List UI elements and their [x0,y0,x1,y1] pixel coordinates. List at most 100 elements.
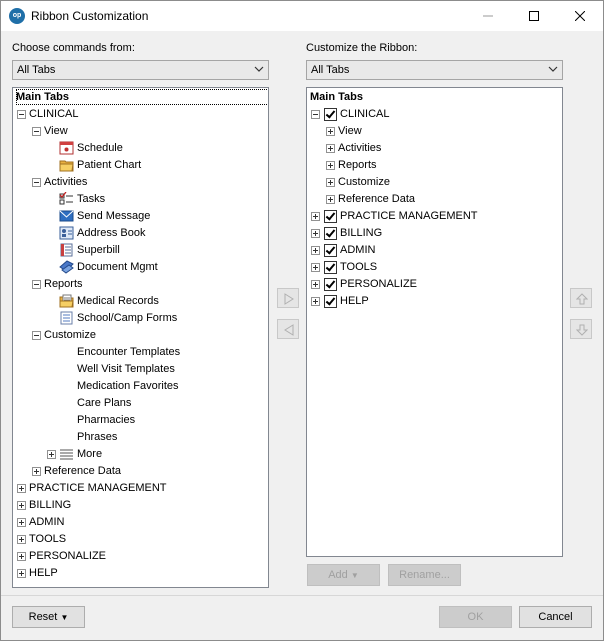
footer-separator [1,595,603,596]
ribbon-customization-dialog: op Ribbon Customization Choose commands … [0,0,604,641]
form-icon [60,311,73,325]
collapse-icon[interactable] [32,280,41,289]
expand-icon[interactable] [311,246,320,255]
expand-icon[interactable] [326,161,335,170]
tab-checkbox[interactable] [324,227,337,240]
expand-icon[interactable] [326,144,335,153]
close-icon [574,10,586,22]
reset-button[interactable]: Reset ▼ [12,606,85,628]
expand-icon[interactable] [32,467,41,476]
tree-item-label: View [44,125,68,137]
list-icon [60,449,73,460]
expand-icon[interactable] [311,212,320,221]
reset-label: Reset [28,611,58,623]
tree-item-label: Reference Data [338,193,416,205]
medical-records-icon [59,294,74,308]
tree-item-label: Document Mgmt [77,261,158,273]
expand-icon[interactable] [326,178,335,187]
tree-item-label: School/Camp Forms [77,312,178,324]
expand-icon[interactable] [326,195,335,204]
expand-icon[interactable] [311,297,320,306]
tree-item-label: Care Plans [77,397,132,409]
move-up-button[interactable] [570,288,592,308]
tree-item-label: Encounter Templates [77,346,181,358]
expand-icon[interactable] [47,450,56,459]
customize-ribbon-value: All Tabs [311,64,350,76]
expand-icon[interactable] [311,229,320,238]
collapse-icon[interactable] [17,110,26,119]
commands-tree[interactable]: Main Tabs CLINICAL View Schedule Patient… [12,87,269,588]
tree-item-label: TOOLS [29,533,67,545]
tab-checkbox[interactable] [324,261,337,274]
collapse-icon[interactable] [311,110,320,119]
tree-header-label: Main Tabs [16,91,69,103]
tree-item-label: HELP [340,295,369,307]
expand-icon[interactable] [17,518,26,527]
tree-item-label: ADMIN [340,244,376,256]
tree-item-label: Pharmacies [77,414,136,426]
envelope-icon [59,210,74,222]
tree-item-label: Schedule [77,142,123,154]
tab-checkbox[interactable] [324,210,337,223]
window-title: Ribbon Customization [31,9,149,23]
move-down-button[interactable] [570,319,592,339]
collapse-icon[interactable] [32,127,41,136]
tab-checkbox[interactable] [324,278,337,291]
tree-item-label: Reference Data [44,465,122,477]
maximize-button[interactable] [511,1,557,31]
expand-icon[interactable] [17,569,26,578]
expand-icon[interactable] [311,280,320,289]
tree-item-label: CLINICAL [340,108,390,120]
expand-icon[interactable] [311,263,320,272]
document-mgmt-icon [59,260,74,274]
collapse-icon[interactable] [32,178,41,187]
add-dropdown-button[interactable]: Add ▼ [307,564,380,586]
tab-checkbox[interactable] [324,108,337,121]
tree-item-label: Activities [338,142,382,154]
tab-checkbox[interactable] [324,244,337,257]
collapse-icon[interactable] [32,331,41,340]
maximize-icon [529,11,539,21]
remove-from-ribbon-button[interactable] [277,319,299,339]
tree-item-label: BILLING [29,499,72,511]
app-logo-icon: op [9,8,25,24]
schedule-icon [59,141,74,155]
close-button[interactable] [557,1,603,31]
minimize-icon [483,15,493,17]
tree-item-label: Superbill [77,244,120,256]
chevron-down-icon [254,66,264,72]
expand-icon[interactable] [326,127,335,136]
choose-commands-combo[interactable]: All Tabs [12,60,269,80]
arrow-down-icon [576,324,588,336]
tree-header-label: Main Tabs [310,91,363,103]
rename-button[interactable]: Rename... [388,564,461,586]
tasks-icon [59,192,73,205]
tab-checkbox[interactable] [324,295,337,308]
rename-label: Rename... [399,569,450,581]
choose-commands-value: All Tabs [17,64,56,76]
tree-item-label: Activities [44,176,88,188]
tree-item-label: Medical Records [77,295,159,307]
ribbon-tree[interactable]: Main Tabs CLINICAL View Activities Repor… [306,87,563,557]
tree-item-label: Customize [338,176,390,188]
cancel-label: Cancel [538,611,573,623]
minimize-button[interactable] [465,1,511,31]
tree-item-label: Reports [44,278,83,290]
expand-icon[interactable] [17,484,26,493]
tree-item-label: PRACTICE MANAGEMENT [340,210,478,222]
customize-ribbon-label: Customize the Ribbon: [306,42,418,54]
add-to-ribbon-button[interactable] [277,288,299,308]
expand-icon[interactable] [17,535,26,544]
ok-button[interactable]: OK [439,606,512,628]
tree-item-label: Send Message [77,210,151,222]
tree-item-label: Tasks [77,193,106,205]
customize-ribbon-combo[interactable]: All Tabs [306,60,563,80]
tree-item-label: PERSONALIZE [340,278,418,290]
expand-icon[interactable] [17,501,26,510]
ok-label: OK [467,611,484,623]
tree-item-label: TOOLS [340,261,378,273]
add-label: Add [328,569,348,581]
arrow-left-icon [284,324,294,336]
expand-icon[interactable] [17,552,26,561]
cancel-button[interactable]: Cancel [519,606,592,628]
